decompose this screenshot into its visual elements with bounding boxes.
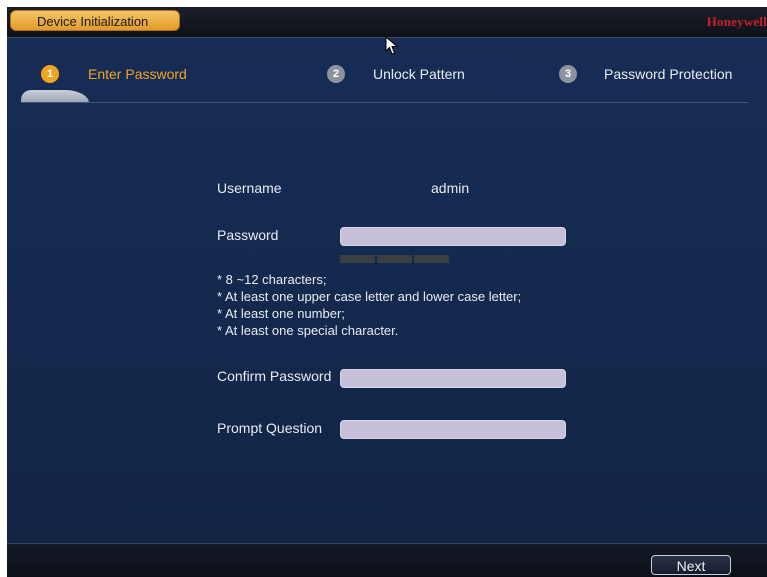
password-label: Password <box>217 227 279 243</box>
rule-case: * At least one upper case letter and low… <box>217 289 522 304</box>
step-number: 2 <box>327 65 345 83</box>
step-number: 3 <box>559 65 577 83</box>
password-strength-meter <box>340 255 451 263</box>
step-label: Enter Password <box>88 66 187 82</box>
brand-logo: Honeywell <box>706 14 767 29</box>
username-value: admin <box>431 180 470 196</box>
rule-special: * At least one special character. <box>217 323 399 338</box>
mouse-cursor-icon <box>385 36 399 55</box>
step-label: Password Protection <box>604 66 733 82</box>
password-rules: * 8 ~12 characters; * At least one upper… <box>217 271 521 339</box>
strength-segment <box>414 255 449 263</box>
footer-bar: Next <box>7 543 767 577</box>
prompt-question-field[interactable] <box>340 420 566 439</box>
main-panel: 1 Enter Password 2 Unlock Pattern 3 Pass… <box>7 38 767 543</box>
username-label: Username <box>217 180 282 196</box>
password-field[interactable] <box>340 227 566 246</box>
title-bar: Device Initialization Honeywell <box>7 7 767 38</box>
confirm-password-field[interactable] <box>340 369 566 388</box>
confirm-password-label: Confirm Password <box>217 368 332 384</box>
prompt-question-label: Prompt Question <box>217 420 323 436</box>
rule-length: * 8 ~12 characters; <box>217 272 327 287</box>
step-divider <box>21 102 748 103</box>
strength-segment <box>340 255 375 263</box>
strength-segment <box>377 255 412 263</box>
device-initialization-window: Device Initialization Honeywell 1 Enter … <box>7 7 767 577</box>
step-label: Unlock Pattern <box>373 66 465 82</box>
window-title-tab: Device Initialization <box>10 10 180 31</box>
rule-number: * At least one number; <box>217 306 345 321</box>
next-button[interactable]: Next <box>651 555 731 575</box>
step-number: 1 <box>41 65 59 83</box>
